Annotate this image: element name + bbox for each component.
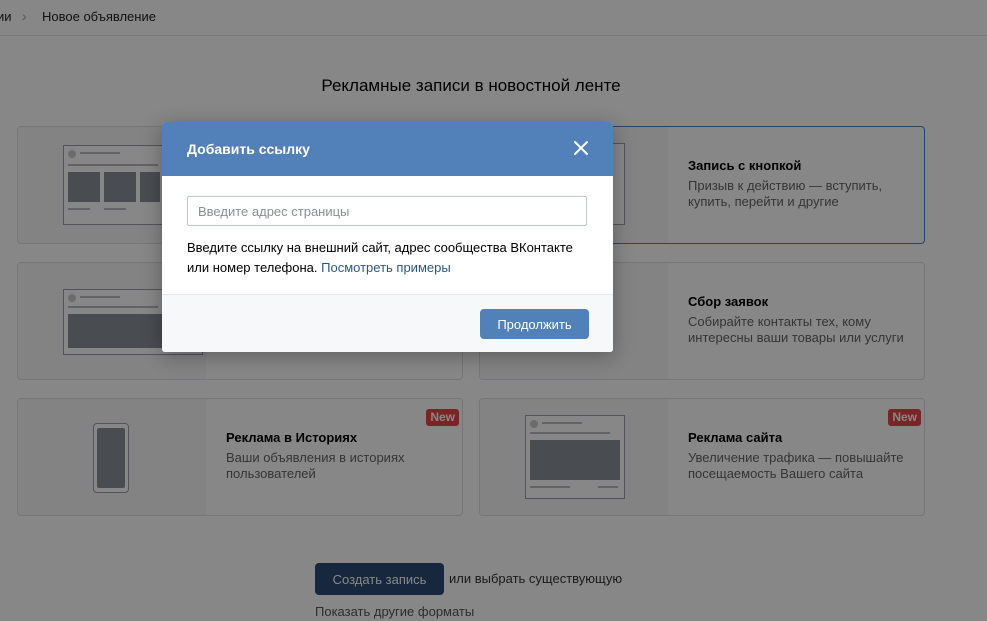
- dialog-hint: Введите ссылку на внешний сайт, адрес со…: [187, 238, 587, 278]
- dialog-title: Добавить ссылку: [187, 141, 310, 157]
- see-examples-link[interactable]: Посмотреть примеры: [321, 260, 451, 275]
- dialog-footer: Продолжить: [162, 294, 613, 352]
- add-link-dialog: Добавить ссылку Введите ссылку на внешни…: [162, 122, 613, 352]
- dialog-body: Введите ссылку на внешний сайт, адрес со…: [162, 176, 613, 294]
- page-url-input[interactable]: [187, 196, 587, 226]
- continue-button[interactable]: Продолжить: [480, 309, 589, 339]
- close-icon[interactable]: [573, 140, 589, 156]
- dialog-header: Добавить ссылку: [162, 122, 613, 176]
